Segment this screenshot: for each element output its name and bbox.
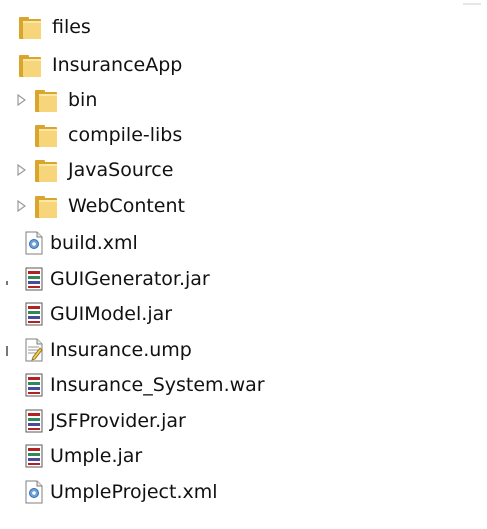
tree-item-umple-jar[interactable]: Umple.jar: [24, 439, 142, 473]
tree-item-webcontent[interactable]: WebContent: [14, 189, 185, 223]
jar-file-icon: [24, 373, 44, 397]
tree-item-label: GUIModel.jar: [50, 302, 173, 325]
tree-item-insurance-ump[interactable]: Insurance.ump: [24, 333, 192, 367]
tree-item-label: Umple.jar: [50, 444, 143, 467]
tree-item-guigenerator-jar[interactable]: GUIGenerator.jar: [24, 262, 210, 296]
expand-arrow-icon[interactable]: [14, 189, 28, 223]
folder-icon: [18, 14, 42, 40]
jar-file-icon: [24, 444, 44, 468]
tree-item-guimodel-jar[interactable]: GUIModel.jar: [24, 297, 172, 331]
tree-item-label: build.xml: [50, 231, 138, 254]
text-file-icon: [24, 338, 44, 362]
tree-item-label: bin: [68, 88, 98, 111]
tree-item-label: InsuranceApp: [52, 53, 183, 76]
tree-item-label: JavaSource: [68, 158, 174, 181]
edge-marker: [6, 346, 8, 356]
tree-item-label: compile-libs: [68, 123, 183, 146]
jar-file-icon: [24, 267, 44, 291]
tree-item-javasource[interactable]: JavaSource: [14, 153, 173, 187]
tree-item-label: files: [52, 15, 91, 38]
tree-item-label: Insurance.ump: [50, 338, 192, 361]
tree-item-label: GUIGenerator.jar: [50, 267, 210, 290]
tree-item-compile-libs[interactable]: compile-libs: [34, 118, 182, 152]
folder-icon: [18, 52, 42, 78]
expand-arrow-icon[interactable]: [14, 153, 28, 187]
expand-arrow-icon[interactable]: [14, 83, 28, 117]
jar-file-icon: [24, 409, 44, 433]
tree-item-jsfprovider-jar[interactable]: JSFProvider.jar: [24, 404, 186, 438]
edge-marker: [6, 281, 8, 285]
xml-file-icon: [24, 231, 44, 255]
folder-icon: [34, 122, 58, 148]
tree-item-insuranceapp[interactable]: InsuranceApp: [18, 48, 182, 82]
tree-item-label: JSFProvider.jar: [50, 409, 186, 432]
tree-item-label: UmpleProject.xml: [50, 480, 218, 503]
tree-item-label: Insurance_System.war: [50, 373, 265, 396]
tree-item-insurance-system-war[interactable]: Insurance_System.war: [24, 368, 265, 402]
tree-item-umpleproject-xml[interactable]: UmpleProject.xml: [24, 475, 218, 509]
window-edge-fragment: [463, 3, 481, 5]
tree-item-label: WebContent: [68, 194, 185, 217]
folder-icon: [34, 87, 58, 113]
tree-item-bin[interactable]: bin: [14, 83, 97, 117]
tree-item-build-xml[interactable]: build.xml: [24, 226, 138, 260]
tree-item-files[interactable]: files: [18, 10, 91, 44]
jar-file-icon: [24, 302, 44, 326]
folder-icon: [34, 193, 58, 219]
folder-icon: [34, 157, 58, 183]
xml-file-icon: [24, 480, 44, 504]
